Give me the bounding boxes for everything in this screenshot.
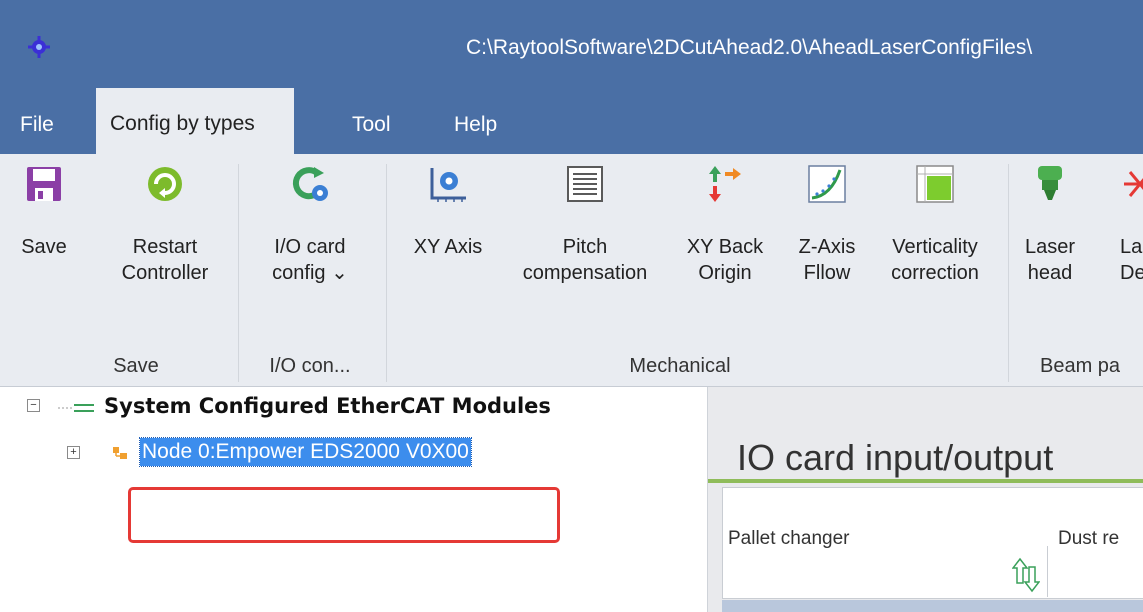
column-separator xyxy=(1047,546,1048,597)
tree-node-label[interactable]: Node 0:Empower EDS2000 V0X00 xyxy=(139,437,472,467)
up-down-arrows-icon xyxy=(1012,557,1040,593)
ribbon-separator xyxy=(238,164,239,382)
tab-tool[interactable]: Tool xyxy=(338,100,405,154)
xy-back-origin-label: XY Back Origin xyxy=(686,236,764,284)
tree-collapse-toggle[interactable]: − xyxy=(27,399,40,412)
dashed-connector-icon xyxy=(58,404,94,412)
pitch-compensation-icon xyxy=(567,166,603,202)
io-config-gear-icon xyxy=(292,167,328,201)
restart-controller-label: Restart Controller xyxy=(121,236,209,284)
pitch-compensation-button[interactable]: Pitch compensation xyxy=(500,154,670,314)
group-label-io: I/O con... xyxy=(269,355,351,377)
laser-head-icon xyxy=(1038,166,1062,200)
laser-head-button[interactable]: Laser head xyxy=(1022,154,1078,314)
z-axis-follow-curve-icon xyxy=(808,165,846,203)
xy-axis-button[interactable]: XY Axis xyxy=(396,154,500,284)
xy-axis-gear-icon xyxy=(430,168,466,202)
ribbon-separator xyxy=(386,164,387,382)
tab-file[interactable]: File xyxy=(6,100,68,154)
window-title: C:\RaytoolSoftware\2DCutAhead2.0\AheadLa… xyxy=(466,36,1033,59)
save-button-label: Save xyxy=(21,236,67,258)
highlight-annotation-box xyxy=(128,487,560,543)
laser-device-label: La De xyxy=(1120,236,1143,284)
title-underline xyxy=(708,479,1143,483)
back-origin-arrows-icon xyxy=(709,166,741,202)
list-item-dust-removal[interactable]: Dust re xyxy=(1058,528,1119,550)
group-label-mechanical: Mechanical xyxy=(629,355,731,377)
verticality-grid-icon xyxy=(916,165,954,203)
ethercat-node-icon xyxy=(113,447,127,459)
title-bar: C:\RaytoolSoftware\2DCutAhead2.0\AheadLa… xyxy=(0,0,1143,100)
laser-device-button[interactable]: La De xyxy=(1118,154,1143,314)
z-axis-follow-label: Z-Axis Fllow xyxy=(798,236,856,284)
verticality-correction-label: Verticality correction xyxy=(891,236,979,284)
restart-controller-button[interactable]: Restart Controller xyxy=(110,154,220,314)
tree-expand-toggle[interactable]: + xyxy=(67,446,80,459)
laser-device-icon xyxy=(1124,171,1143,197)
pitch-compensation-label: Pitch compensation xyxy=(522,236,648,284)
app-gear-icon xyxy=(28,36,50,58)
list-item-pallet-changer[interactable]: Pallet changer xyxy=(728,528,849,550)
tree-root-label[interactable]: System Configured EtherCAT Modules xyxy=(104,394,551,418)
list-row-highlight xyxy=(722,600,1143,612)
io-card-config-button[interactable]: I/O card config ⌄ xyxy=(244,154,376,314)
xy-axis-label: XY Axis xyxy=(413,236,483,258)
tab-config-by-types[interactable]: Config by types xyxy=(96,88,294,154)
save-button[interactable]: Save xyxy=(12,154,76,284)
tab-help[interactable]: Help xyxy=(440,100,511,154)
xy-back-origin-button[interactable]: XY Back Origin xyxy=(672,154,778,314)
ribbon: Save Restart Controller I/O card config … xyxy=(0,154,1143,387)
z-axis-follow-button[interactable]: Z-Axis Fllow xyxy=(782,154,872,314)
verticality-correction-button[interactable]: Verticality correction xyxy=(872,154,998,314)
content-title: IO card input/output xyxy=(737,437,1054,478)
ribbon-separator xyxy=(1008,164,1009,382)
io-card-config-label: I/O card config ⌄ xyxy=(272,236,348,284)
group-label-beam: Beam pa xyxy=(1040,355,1121,377)
laser-head-label: Laser head xyxy=(1024,236,1076,284)
restart-arrow-icon xyxy=(148,167,182,201)
floppy-disk-icon xyxy=(27,167,61,201)
group-label-save: Save xyxy=(113,355,159,377)
